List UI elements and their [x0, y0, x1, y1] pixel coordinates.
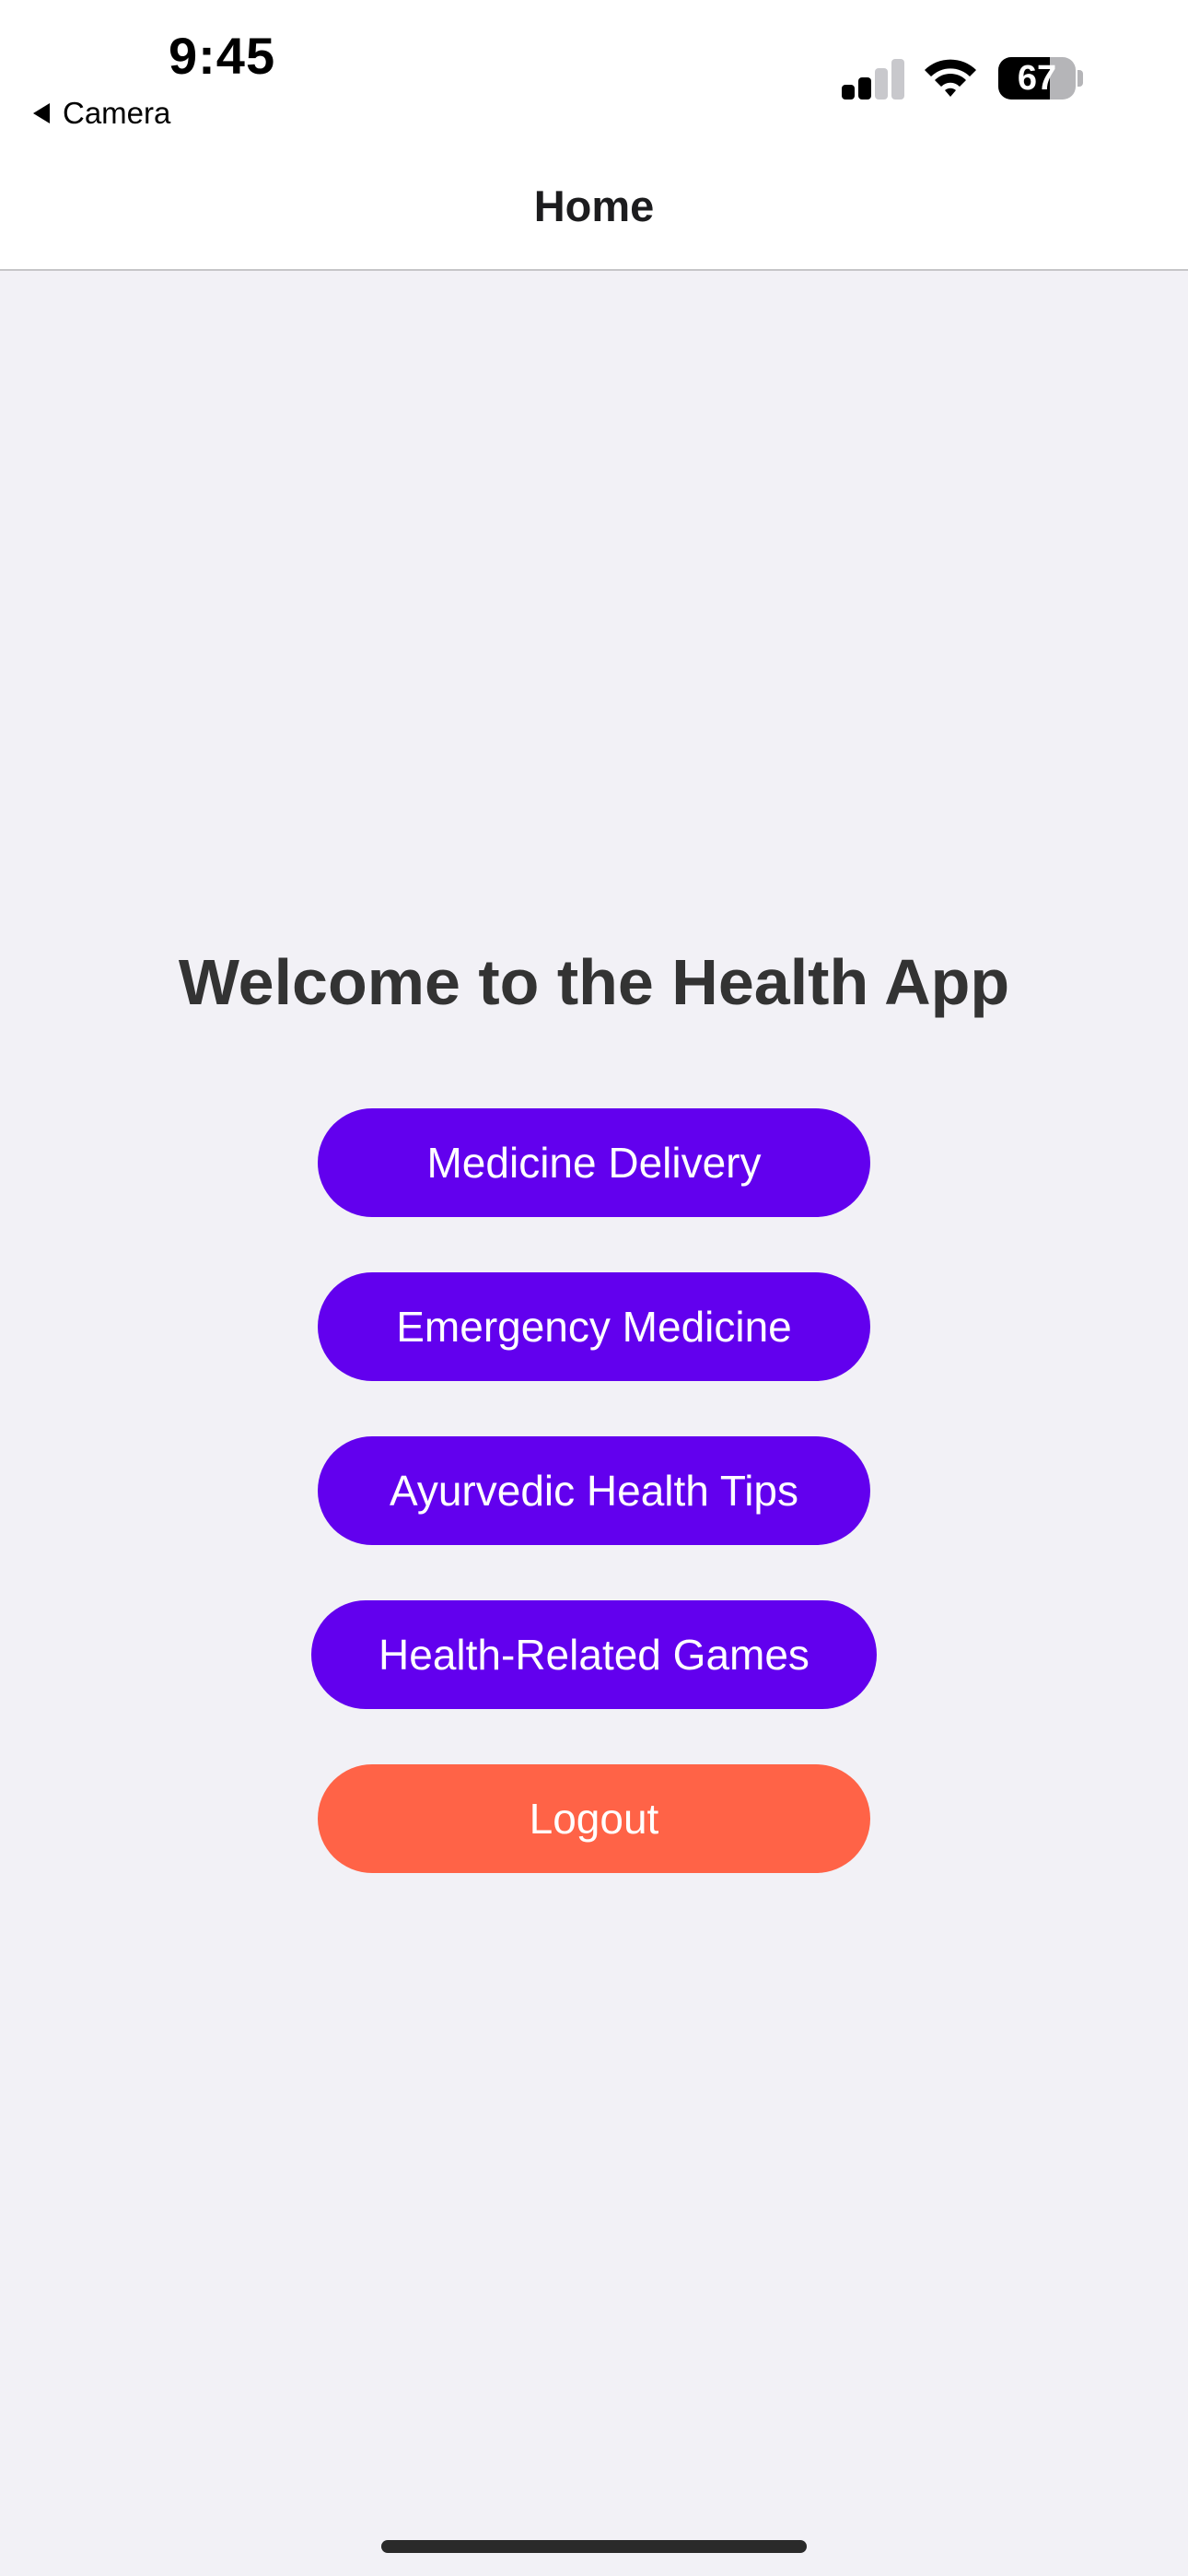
wifi-icon	[925, 59, 976, 97]
back-triangle-icon	[33, 103, 50, 123]
emergency-medicine-button[interactable]: Emergency Medicine	[318, 1272, 870, 1381]
top-bar: 9:45 Camera 67 Home	[0, 0, 1188, 271]
home-indicator[interactable]	[381, 2540, 807, 2553]
back-to-app-link[interactable]: Camera	[33, 96, 170, 131]
logout-button[interactable]: Logout	[318, 1764, 870, 1873]
back-app-label: Camera	[63, 96, 171, 130]
welcome-heading: Welcome to the Health App	[178, 946, 1010, 1018]
signal-bar	[891, 59, 904, 100]
signal-bar	[842, 85, 855, 100]
signal-bar	[875, 68, 888, 100]
health-related-games-button[interactable]: Health-Related Games	[311, 1600, 877, 1709]
battery-percent: 67	[1017, 58, 1057, 98]
battery-tip	[1077, 70, 1083, 87]
home-screen: 9:45 Camera 67 Home Welcome to the Healt…	[0, 0, 1188, 2576]
status-time: 9:45	[169, 27, 276, 85]
ayurvedic-health-tips-button[interactable]: Ayurvedic Health Tips	[318, 1436, 870, 1545]
signal-bar	[858, 77, 871, 100]
cellular-signal-icon	[842, 59, 906, 100]
page-title: Home	[533, 181, 655, 230]
medicine-delivery-button[interactable]: Medicine Delivery	[318, 1108, 870, 1217]
battery-icon: 67	[998, 57, 1076, 100]
